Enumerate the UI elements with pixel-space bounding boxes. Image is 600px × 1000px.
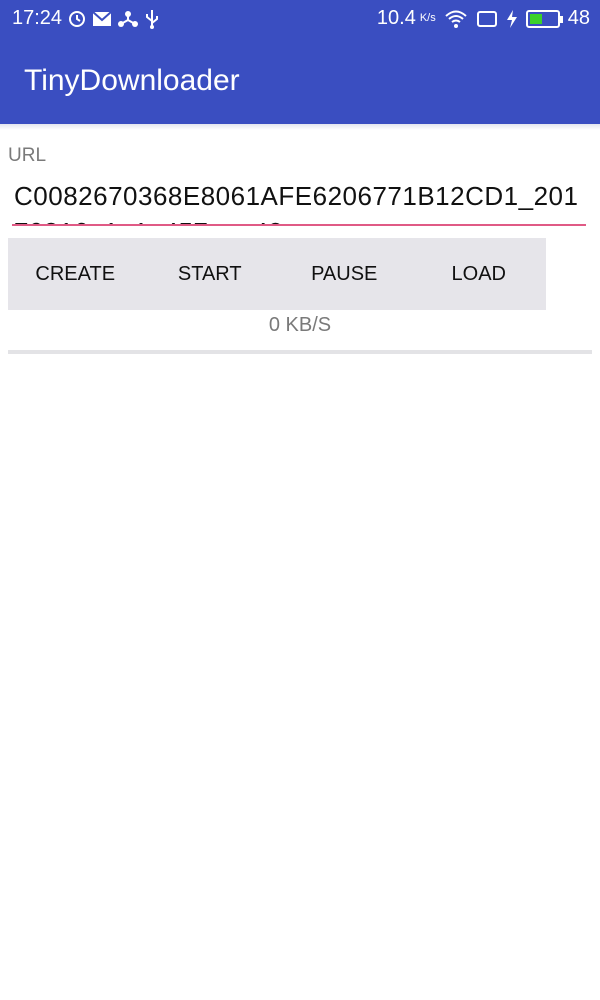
- alarm-clock-icon: [68, 10, 86, 28]
- status-time: 17:24: [12, 7, 63, 29]
- usb-icon: [144, 9, 160, 29]
- download-progress-bar: [8, 350, 592, 354]
- app-bar-shadow: [0, 124, 600, 130]
- battery-icon: [525, 9, 563, 28]
- create-button[interactable]: CREATE: [8, 238, 143, 310]
- mail-icon: [92, 10, 112, 27]
- wifi-icon: [444, 9, 468, 29]
- url-label: URL: [8, 145, 47, 166]
- battery-level: 48: [567, 7, 590, 29]
- sim-icon: [476, 10, 498, 28]
- url-input-value[interactable]: C0082670368E8061AFE6206771B12CD1_2017081…: [12, 178, 586, 224]
- network-speed-unit: K/s: [419, 12, 436, 24]
- start-button[interactable]: START: [143, 238, 278, 310]
- load-button[interactable]: LOAD: [412, 238, 547, 310]
- network-speed: 10.4: [376, 7, 416, 29]
- pause-button[interactable]: PAUSE: [277, 238, 412, 310]
- charging-bolt-icon: [506, 9, 518, 29]
- action-button-row: CREATE START PAUSE LOAD: [8, 238, 546, 310]
- share-icon: [118, 10, 139, 28]
- url-input[interactable]: C0082670368E8061AFE6206771B12CD1_2017081…: [12, 178, 586, 226]
- app-bar: 17:24 10.4 K/s 48 TinyDownloader: [0, 0, 600, 124]
- download-speed: 0 KB/S: [268, 314, 332, 336]
- app-title: TinyDownloader: [24, 64, 240, 97]
- status-bar: 17:24 10.4 K/s 48: [0, 0, 600, 38]
